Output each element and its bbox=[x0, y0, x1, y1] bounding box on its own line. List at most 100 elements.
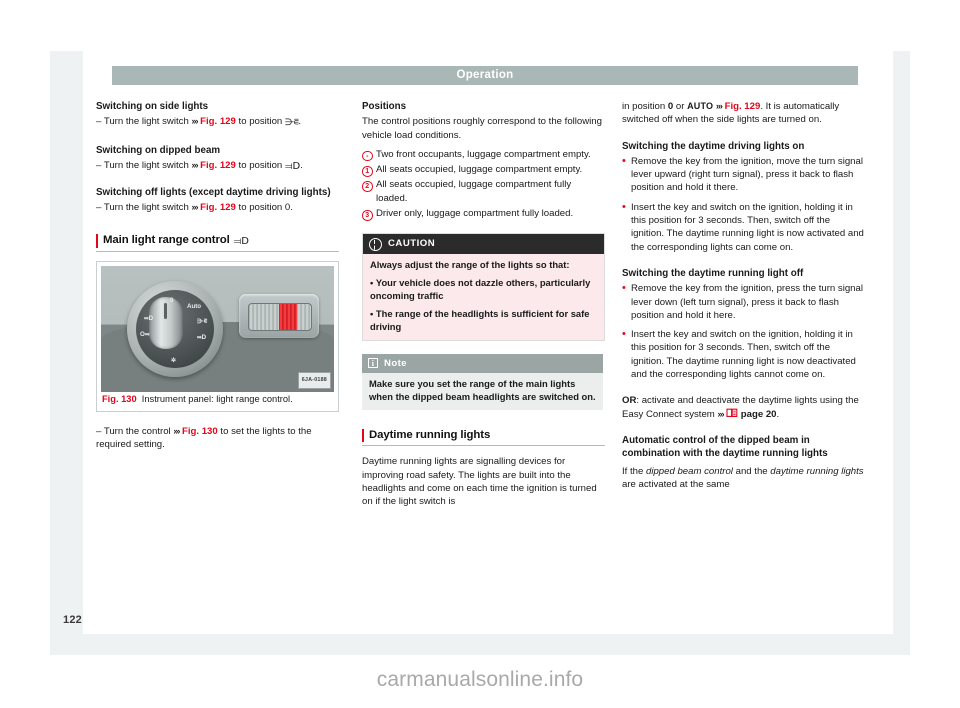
knob-label-dash-illum-icon: ✲ bbox=[171, 357, 177, 365]
bullet-icon: • bbox=[622, 282, 626, 295]
paragraph-daytime-running-lights-intro: Daytime running lights are signalling de… bbox=[362, 456, 597, 508]
position-text: Two front occupants, luggage compartment… bbox=[376, 148, 591, 160]
instruction-set-light-range: – Turn the control ››› Fig. 130 to set t… bbox=[96, 425, 339, 452]
note-box: Note Make sure you set the range of the … bbox=[362, 353, 603, 411]
knob-label-front-fog-icon: ⫤D bbox=[144, 315, 154, 323]
list-item-text: Insert the key and switch on the ignitio… bbox=[631, 329, 856, 381]
heading-switching-on-dipped-beam: Switching on dipped beam bbox=[96, 144, 221, 156]
note-title: Note bbox=[384, 357, 407, 369]
figure-caption: Fig. 130 Instrument panel: light range c… bbox=[97, 394, 338, 411]
column-middle: Positions The control positions roughly … bbox=[362, 100, 605, 509]
list-item-position-2: 2 All seats occupied, luggage compartmen… bbox=[362, 178, 605, 205]
chevron-ref-icon: ››› bbox=[717, 408, 724, 419]
position-marker: 3 bbox=[362, 210, 373, 221]
section-heading-main-light-range-control: Main light range control ⫤D bbox=[96, 233, 339, 253]
heading-switching-on-side-lights: Switching on side lights bbox=[96, 101, 209, 112]
instruction-text-pre: – Turn the light switch bbox=[96, 116, 192, 128]
bullet-icon: • bbox=[622, 328, 626, 341]
warning-icon bbox=[369, 237, 382, 251]
column-left: Switching on side lights – Turn the ligh… bbox=[96, 100, 339, 451]
position-marker: - bbox=[362, 150, 373, 162]
cross-reference-fig-130[interactable]: Fig. 130 bbox=[182, 426, 218, 437]
figure-caption-text: Instrument panel: light range control. bbox=[141, 394, 293, 405]
instruction-text-post: to position 0. bbox=[235, 202, 293, 214]
list-item-position-0: - Two front occupants, luggage compartme… bbox=[362, 148, 605, 162]
cross-reference-fig-129[interactable]: Fig. 129 bbox=[200, 116, 236, 127]
paragraph-text-mid: and the bbox=[732, 465, 771, 477]
bullet-icon: • bbox=[622, 200, 626, 213]
paragraph-text-or: or bbox=[673, 101, 688, 112]
manual-book-icon bbox=[726, 408, 738, 418]
paragraph-easy-connect-alternative: OR: activate and deactivate the daytime … bbox=[622, 394, 865, 421]
light-range-control-plate bbox=[239, 294, 319, 339]
running-head: Operation bbox=[112, 66, 858, 85]
knob-label-auto: Auto bbox=[187, 303, 202, 311]
knob-label-0: 0 bbox=[170, 297, 174, 305]
term-daytime-running-lights: daytime running lights bbox=[770, 465, 864, 477]
light-range-control-red-segment bbox=[279, 304, 297, 331]
caution-body: Always adjust the range of the lights so… bbox=[363, 253, 604, 340]
caution-lead: Always adjust the range of the lights so… bbox=[370, 258, 570, 270]
section-heading-label: Main light range control bbox=[103, 233, 230, 246]
note-body: Make sure you set the range of the main … bbox=[362, 372, 603, 411]
heading-switching-daytime-running-light-off: Switching the daytime running light off bbox=[622, 267, 804, 279]
list-item-text: Remove the key from the ignition, move t… bbox=[631, 155, 863, 194]
cross-reference-fig-129[interactable]: Fig. 129 bbox=[725, 101, 761, 112]
list-item-drl-on-step-2: • Insert the key and switch on the ignit… bbox=[622, 201, 865, 254]
note-text: Make sure you set the range of the main … bbox=[369, 377, 596, 402]
figure-code: 6JA-0188 bbox=[297, 371, 331, 390]
paragraph-text-pre: If the bbox=[622, 465, 646, 477]
section-heading-label: Daytime running lights bbox=[369, 429, 491, 442]
section-heading-daytime-running-lights: Daytime running lights bbox=[362, 429, 605, 447]
position-marker: 2 bbox=[362, 181, 373, 192]
knob-label-sidelights-icon: ⋺⋷ bbox=[197, 318, 208, 326]
page-reference[interactable]: page 20 bbox=[738, 409, 777, 420]
caution-box: CAUTION Always adjust the range of the l… bbox=[362, 233, 605, 341]
or-label: OR bbox=[622, 395, 637, 407]
paragraph-text-post: are activated at the same bbox=[622, 478, 730, 490]
paragraph-automatic-control-intro: If the dipped beam control and the dayti… bbox=[622, 465, 865, 492]
chevron-ref-icon: ››› bbox=[191, 116, 198, 127]
instruction-text-pre: – Turn the light switch bbox=[96, 159, 192, 171]
term-dipped-beam-control: dipped beam control bbox=[646, 465, 733, 477]
column-right: in position 0 or AUTO ››› Fig. 129. It i… bbox=[622, 100, 865, 491]
position-text: Driver only, luggage compartment fully l… bbox=[376, 208, 574, 220]
caution-bullet-text: The range of the headlights is sufficien… bbox=[370, 308, 590, 333]
instruction-switch-off: – Turn the light switch ››› Fig. 129 to … bbox=[96, 201, 339, 214]
knob-label-rear-fog-icon: O⫤ bbox=[140, 331, 150, 339]
cross-reference-fig-129[interactable]: Fig. 129 bbox=[200, 202, 236, 213]
caution-bullet-1: • The range of the headlights is suffici… bbox=[370, 308, 590, 333]
position-text: All seats occupied, luggage compartment … bbox=[376, 179, 572, 204]
instruction-side-lights: – Turn the light switch ››› Fig. 129 to … bbox=[96, 115, 339, 130]
heading-switching-daytime-driving-lights-on: Switching the daytime driving lights on bbox=[622, 140, 805, 152]
note-header: Note bbox=[362, 353, 603, 373]
instruction-text-end: . bbox=[298, 116, 302, 128]
caution-bullet-0: • Your vehicle does not dazzle others, p… bbox=[370, 277, 591, 301]
instruction-text-end: . bbox=[300, 159, 303, 171]
chevron-ref-icon: ››› bbox=[191, 159, 198, 170]
list-item-drl-on-step-1: • Remove the key from the ignition, move… bbox=[622, 155, 865, 195]
caution-header: CAUTION bbox=[363, 234, 604, 254]
position-marker: 1 bbox=[362, 166, 373, 177]
bullet-icon: • bbox=[622, 154, 626, 167]
list-item-drl-off-step-1: • Remove the key from the ignition, pres… bbox=[622, 282, 865, 322]
light-range-symbol-icon: ⫤D bbox=[233, 235, 249, 247]
heading-positions: Positions bbox=[362, 101, 407, 112]
cross-reference-fig-129[interactable]: Fig. 129 bbox=[200, 160, 236, 171]
side-lights-symbol-icon: ⋺⋷ bbox=[284, 118, 300, 129]
figure-number: Fig. 130 bbox=[102, 394, 137, 405]
light-range-control-wheel bbox=[248, 303, 312, 332]
chevron-ref-icon: ››› bbox=[173, 425, 180, 436]
heading-switching-off-lights: Switching off lights (except daytime dri… bbox=[96, 187, 331, 199]
instruction-text-pre: – Turn the light switch bbox=[96, 202, 192, 214]
instruction-text-pre: – Turn the control bbox=[96, 425, 174, 437]
knob-label-dipped-icon: ⫤D bbox=[197, 334, 207, 342]
paragraph-position-auto: in position 0 or AUTO ››› Fig. 129. It i… bbox=[622, 100, 865, 127]
light-switch-knob: 0 Auto ⋺⋷ ⫤D ⫤D O⫤ ✲ bbox=[127, 281, 223, 378]
list-item-drl-off-step-2: • Insert the key and switch on the ignit… bbox=[622, 328, 865, 381]
caution-bullet-text: Your vehicle does not dazzle others, par… bbox=[370, 277, 591, 301]
list-item-position-1: 1 All seats occupied, luggage compartmen… bbox=[362, 163, 605, 177]
list-item-text: Insert the key and switch on the ignitio… bbox=[631, 201, 864, 253]
chevron-ref-icon: ››› bbox=[715, 101, 723, 111]
figure-image-instrument-panel: 0 Auto ⋺⋷ ⫤D ⫤D O⫤ ✲ 6JA-0188 bbox=[101, 266, 334, 393]
